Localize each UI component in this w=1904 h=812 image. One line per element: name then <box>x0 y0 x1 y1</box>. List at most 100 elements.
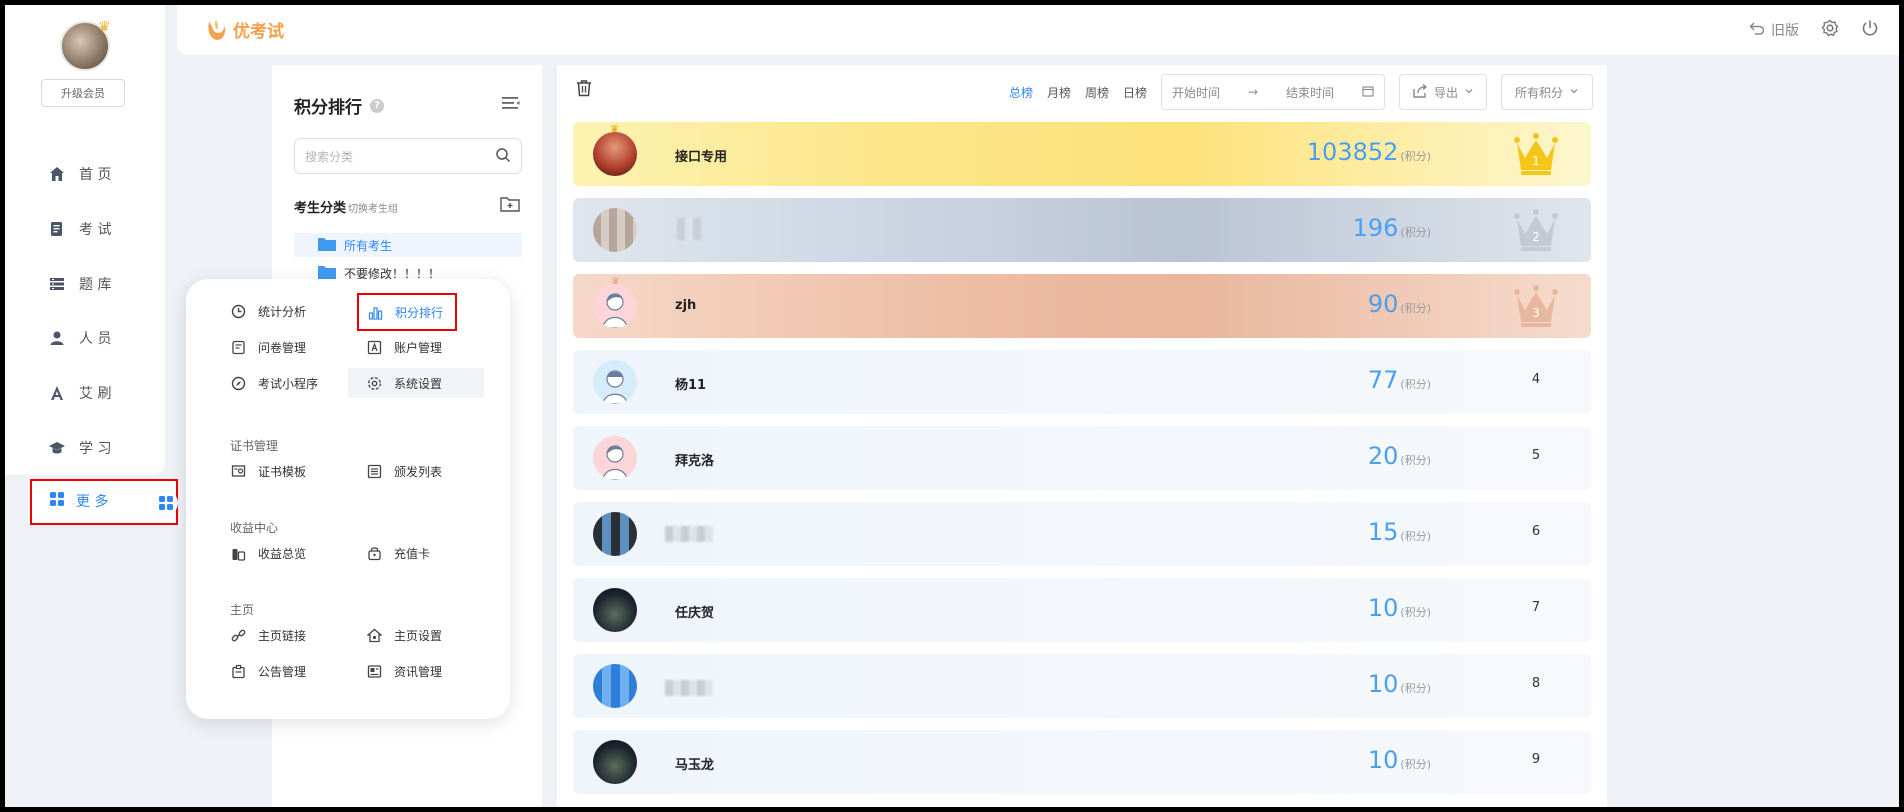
menu-item-homepage-settings[interactable]: 主页设置 <box>358 620 470 650</box>
survey-icon <box>230 339 246 355</box>
top-bar: 优考试 旧版 <box>177 5 1899 55</box>
sidebar-item-users[interactable]: 人 员 <box>49 327 111 349</box>
score-unit: (积分) <box>1400 530 1431 543</box>
ranking-row[interactable]: 拜克洛 20 (积分) 5 <box>573 426 1591 490</box>
exam-icon <box>49 221 65 237</box>
menu-item-survey[interactable]: 问卷管理 <box>222 332 334 362</box>
sidebar-item-label: 题 库 <box>79 277 112 293</box>
ranking-row[interactable]: 196 (积分) 2 <box>573 198 1591 262</box>
ranking-row[interactable]: 马玉龙 10 (积分) 9 <box>573 730 1591 794</box>
menu-item-label: 公告管理 <box>258 664 307 679</box>
menu-item-label: 积分排行 <box>395 305 444 320</box>
score-value: 103852 (积分) <box>1307 138 1431 166</box>
sidebar-item-more[interactable]: 更 多 <box>30 479 178 525</box>
sidebar-item-question-bank[interactable]: 题 库 <box>49 273 111 295</box>
folder-item-all[interactable]: 所有考生 <box>294 233 522 257</box>
logo-icon <box>208 19 226 40</box>
grid-icon <box>50 492 64 510</box>
search-icon[interactable] <box>495 147 511 166</box>
menu-item-revenue-overview[interactable]: 收益总览 <box>222 538 334 568</box>
collapse-menu-icon[interactable] <box>502 95 520 114</box>
tab-monthly[interactable]: 月榜 <box>1047 84 1071 101</box>
category-search-input[interactable]: 搜索分类 <box>294 138 522 174</box>
score-value: 20 (积分) <box>1368 442 1431 470</box>
ranking-row[interactable]: ♛ 接口专用 103852 (积分) 1 <box>573 122 1591 186</box>
menu-item-label: 证书模板 <box>258 464 307 479</box>
tab-daily[interactable]: 日榜 <box>1123 84 1147 101</box>
ranking-row[interactable]: 10 (积分) 8 <box>573 654 1591 718</box>
score-number: 196 <box>1352 214 1399 242</box>
female-avatar-icon <box>602 445 628 480</box>
sidebar-item-exam[interactable]: 考 试 <box>49 218 111 240</box>
app-logo[interactable]: 优考试 <box>205 17 284 42</box>
silver-crown-icon: 2 <box>1513 208 1559 256</box>
menu-item-news[interactable]: 资讯管理 <box>358 656 470 686</box>
export-button[interactable]: 导出 <box>1399 74 1487 110</box>
date-range-picker[interactable]: 开始时间 → 结束时间 <box>1161 74 1385 110</box>
sidebar-item-label: 学 习 <box>79 441 112 457</box>
start-date-input[interactable]: 开始时间 <box>1172 84 1220 101</box>
score-value: 10 (积分) <box>1368 746 1431 774</box>
score-filter-select[interactable]: 所有积分 <box>1501 74 1593 110</box>
user-name: zjh <box>675 298 697 313</box>
old-version-link[interactable]: 旧版 <box>1749 20 1799 40</box>
help-icon[interactable]: ? <box>370 98 384 113</box>
chevron-down-icon <box>1569 85 1579 99</box>
menu-item-points-ranking[interactable]: 积分排行 <box>357 293 457 331</box>
add-folder-icon[interactable] <box>500 195 520 217</box>
power-icon[interactable] <box>1861 19 1879 41</box>
menu-item-label: 主页链接 <box>258 628 307 643</box>
menu-item-exam-miniprogram[interactable]: 考试小程序 <box>222 368 334 398</box>
home-icon <box>49 166 65 182</box>
score-number: 77 <box>1367 366 1399 394</box>
menu-item-statistics[interactable]: 统计分析 <box>222 296 334 326</box>
menu-item-announcement[interactable]: 公告管理 <box>222 656 334 686</box>
trash-icon[interactable] <box>575 79 593 101</box>
menu-item-system-settings[interactable]: 系统设置 <box>348 368 484 398</box>
menu-item-certificate-template[interactable]: 证书模板 <box>222 456 334 486</box>
ranking-row[interactable]: 杨11 77 (积分) 4 <box>573 350 1591 414</box>
menu-item-homepage-link[interactable]: 主页链接 <box>222 620 334 650</box>
score-number: 20 <box>1367 442 1399 470</box>
search-placeholder: 搜索分类 <box>305 149 354 164</box>
score-filter-value: 所有积分 <box>1514 85 1563 100</box>
sidebar: ♛ 升级会员 首 页 考 试 题 库 人 员 艾 刷 学 习 <box>5 5 165 475</box>
small-crown-icon: ♛ <box>611 276 620 287</box>
sidebar-item-label: 考 试 <box>79 222 112 238</box>
clock-icon <box>230 303 246 319</box>
tab-weekly[interactable]: 周榜 <box>1085 84 1109 101</box>
question-bank-icon <box>49 276 65 292</box>
ranking-row[interactable]: ♛ zjh 90 (积分) 3 <box>573 274 1591 338</box>
sidebar-item-label: 人 员 <box>79 331 112 347</box>
user-icon <box>49 330 65 346</box>
brush-icon <box>49 385 65 401</box>
tab-total[interactable]: 总榜 <box>1009 84 1033 101</box>
upgrade-member-button[interactable]: 升级会员 <box>41 79 125 107</box>
list-icon <box>366 463 382 479</box>
menu-item-label: 账户管理 <box>394 340 443 355</box>
sidebar-item-brush[interactable]: 艾 刷 <box>49 382 111 404</box>
menu-item-label: 颁发列表 <box>394 464 443 479</box>
ranking-row[interactable]: 15 (积分) 6 <box>573 502 1591 566</box>
range-separator: → <box>1247 85 1259 99</box>
end-date-input[interactable]: 结束时间 <box>1286 84 1334 101</box>
score-unit: (积分) <box>1400 378 1431 391</box>
menu-item-issue-list[interactable]: 颁发列表 <box>358 456 470 486</box>
score-value: 10 (积分) <box>1368 594 1431 622</box>
score-value: 77 (积分) <box>1368 366 1431 394</box>
menu-item-account[interactable]: 账户管理 <box>358 332 470 362</box>
user-name: 任庆贺 <box>675 606 715 621</box>
ranking-row[interactable]: 任庆贺 10 (积分) 7 <box>573 578 1591 642</box>
switch-group-link[interactable]: 切换考生组 <box>348 204 398 215</box>
export-icon <box>1412 83 1428 102</box>
menu-item-recharge-card[interactable]: 充值卡 <box>358 538 470 568</box>
male-avatar-icon <box>602 370 628 404</box>
sidebar-item-home[interactable]: 首 页 <box>49 163 111 185</box>
score-unit: (积分) <box>1400 226 1431 239</box>
avatar <box>593 436 637 480</box>
score-value: 90 (积分) <box>1368 290 1431 318</box>
bronze-crown-icon: 3 <box>1513 284 1559 332</box>
gear-icon[interactable] <box>1821 19 1839 41</box>
sidebar-item-study[interactable]: 学 习 <box>49 437 111 459</box>
menu-item-label: 考试小程序 <box>258 376 319 391</box>
